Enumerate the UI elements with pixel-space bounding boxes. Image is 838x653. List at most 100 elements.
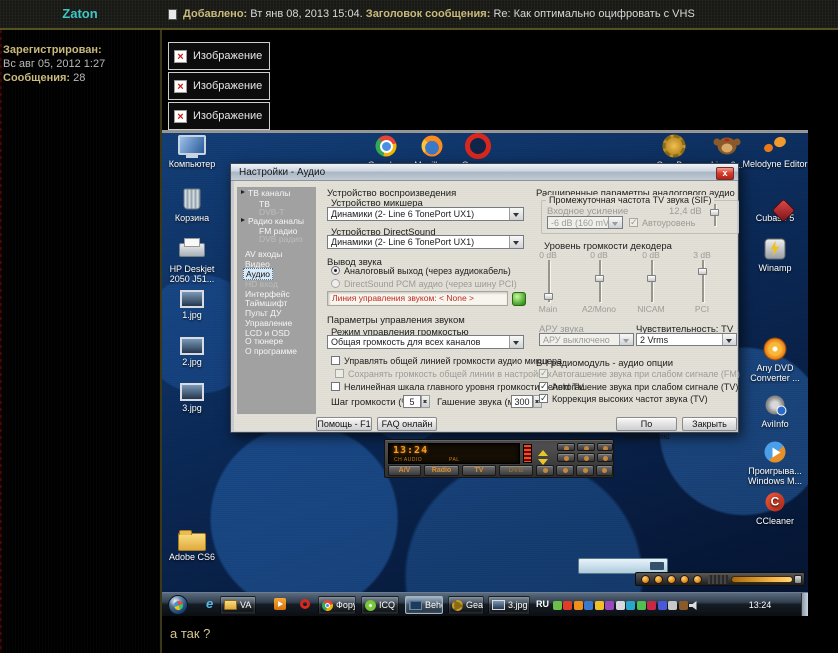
rf-hf-correction-checkbox[interactable]: Коррекция высоких частот звука (TV) <box>539 394 708 404</box>
tv-tool-button[interactable] <box>596 465 613 476</box>
ie-icon[interactable]: e <box>206 597 213 611</box>
nav-item-av-inputs[interactable]: AV входы <box>245 249 282 259</box>
tray-icon[interactable] <box>595 601 604 610</box>
nav-item-radio-channels[interactable]: Радио каналы <box>248 216 304 226</box>
username[interactable]: Zaton <box>0 0 160 28</box>
chevron-down-icon[interactable] <box>722 334 736 345</box>
master-line-checkbox[interactable]: Управлять общей линией громкости аудио м… <box>331 356 562 366</box>
mini-player-button[interactable] <box>667 575 676 584</box>
desktop-icon-1jpg[interactable]: 1.jpg <box>162 290 224 320</box>
tv-settings-button[interactable] <box>576 465 594 476</box>
nav-item-dvb-radio[interactable]: DVB радио <box>259 234 303 244</box>
help-button[interactable]: Помощь - F1 <box>316 417 372 431</box>
checkbox-unchecked-icon[interactable] <box>331 382 340 391</box>
slider-thumb[interactable] <box>698 268 707 275</box>
mixer-device-combo[interactable]: Динамики (2- Line 6 TonePort UX1) <box>327 207 524 221</box>
mini-volume-slider[interactable] <box>731 576 793 583</box>
autolevel-checkbox[interactable]: Автоуровень <box>629 218 695 228</box>
desktop-icon-melodyne[interactable]: Melodyne Editor <box>741 133 808 169</box>
opera-icon[interactable] <box>300 599 310 609</box>
taskbar-button-va[interactable]: VA <box>220 596 256 614</box>
taskbar-button-3jpg[interactable]: 3.jpg ... <box>488 596 530 614</box>
tray-icon[interactable] <box>637 601 646 610</box>
decoder-slider-pci[interactable] <box>702 260 704 302</box>
mini-player-button[interactable] <box>654 575 663 584</box>
slider-thumb[interactable] <box>544 293 553 300</box>
tray-icon[interactable] <box>563 601 572 610</box>
checkbox-checked-icon[interactable] <box>539 394 548 403</box>
rf-automute-fm-checkbox[interactable]: Автогашение звука при слабом сигнале (FM… <box>539 369 740 379</box>
nav-item-tv-channels[interactable]: ТВ каналы <box>248 188 290 198</box>
desktop-icon-recycle-bin[interactable]: Корзина <box>162 187 224 223</box>
gain-slider-thumb[interactable] <box>710 209 719 216</box>
checkbox-checked-icon[interactable] <box>539 382 548 391</box>
desktop-icon-printer[interactable]: HP Deskjet 2050 J51... <box>162 238 224 284</box>
tray-icon[interactable] <box>605 601 614 610</box>
desktop-icon-wmp[interactable]: Проигрыва... Windows M... <box>741 440 808 486</box>
chevron-down-icon[interactable] <box>509 208 523 220</box>
volume-step-input[interactable]: 5 <box>403 395 421 408</box>
tv-tool-button[interactable] <box>536 465 554 476</box>
decoder-slider-a2mono[interactable] <box>599 260 601 302</box>
volume-mode-combo[interactable]: Общая громкость для всех каналов <box>327 335 524 349</box>
mini-player-button[interactable] <box>641 575 650 584</box>
close-button[interactable]: Закрыть <box>682 417 737 431</box>
broken-image-1[interactable]: × Изображение <box>168 42 270 70</box>
sensitivity-combo[interactable]: 2 Vrms <box>636 333 737 346</box>
broken-image-2[interactable]: × Изображение <box>168 72 270 100</box>
tray-icon[interactable] <box>616 601 625 610</box>
tray-icon[interactable] <box>553 601 562 610</box>
faq-button[interactable]: FAQ онлайн <box>377 417 437 431</box>
desktop-icon-3jpg[interactable]: 3.jpg <box>162 383 224 413</box>
nav-item-control[interactable]: Управление <box>245 318 292 328</box>
tv-source-button[interactable]: TV <box>462 465 496 476</box>
language-indicator[interactable]: RU <box>536 599 549 609</box>
nav-item-about-tuner[interactable]: О тюнере <box>245 336 283 346</box>
chevron-down-icon[interactable] <box>509 336 523 348</box>
mute-time-input[interactable]: 300 <box>511 395 533 408</box>
mini-player-button[interactable] <box>680 575 689 584</box>
desktop-icon-aviinfo[interactable]: AviInfo <box>741 393 808 429</box>
pcm-output-radio[interactable]: DirectSound PCM аудио (через шину PCI) <box>331 279 517 289</box>
nav-item-timeshift[interactable]: Таймшифт <box>245 298 287 308</box>
tray-icon[interactable] <box>658 601 667 610</box>
dvb-source-button[interactable]: DVB <box>499 465 533 476</box>
tray-icon[interactable] <box>584 601 593 610</box>
mini-volume-knob[interactable] <box>794 575 802 584</box>
radio-selected-icon[interactable] <box>331 266 340 275</box>
tv-grid-button[interactable] <box>557 443 575 451</box>
tv-grid-button[interactable] <box>577 443 595 451</box>
av-source-button[interactable]: A/V <box>388 465 421 476</box>
taskbar-clock[interactable]: 13:24 <box>738 600 782 610</box>
taskbar-button-behold[interactable]: Beho... <box>405 596 443 614</box>
taskbar-button-gearbox[interactable]: Gear... <box>448 596 484 614</box>
radio-source-button[interactable]: Radio <box>424 465 459 476</box>
tray-icon[interactable] <box>626 601 635 610</box>
show-desktop-button[interactable] <box>801 593 808 616</box>
desktop-icon-winamp[interactable]: Winamp <box>741 237 808 273</box>
slider-thumb[interactable] <box>595 275 604 282</box>
checkbox-unchecked-icon[interactable] <box>331 356 340 365</box>
tv-mute-button[interactable] <box>597 453 613 462</box>
tray-icon[interactable] <box>668 601 677 610</box>
close-icon[interactable]: x <box>716 167 734 180</box>
chevron-down-icon[interactable] <box>509 236 523 248</box>
broken-image-3[interactable]: × Изображение <box>168 102 270 130</box>
decoder-slider-main[interactable] <box>548 260 550 302</box>
gain-slider-track[interactable] <box>714 204 716 226</box>
tv-tool-button[interactable] <box>556 465 574 476</box>
analog-output-radio[interactable]: Аналоговый выход (через аудиокабель) <box>331 266 511 276</box>
rf-automute-tv-checkbox[interactable]: Автогашение звука при слабом сигнале (TV… <box>539 382 738 392</box>
input-gain-combo[interactable]: -6 dB (160 mV) <box>547 216 623 229</box>
tray-icon[interactable] <box>647 601 656 610</box>
save-volume-checkbox[interactable]: Сохранять громкость общей линии в настро… <box>335 369 552 379</box>
decoder-slider-nicam[interactable] <box>651 260 653 302</box>
default-button[interactable]: По умолчанию <box>616 417 677 431</box>
tv-grid-button[interactable] <box>597 443 613 451</box>
desktop-icon-computer[interactable]: Компьютер <box>162 133 224 169</box>
dialog-titlebar[interactable]: Настройки - Аудио <box>231 164 738 181</box>
sound-line-picker-icon[interactable] <box>512 292 526 306</box>
nav-item-hd-input[interactable]: HD вход <box>245 279 278 289</box>
tray-icon[interactable] <box>574 601 583 610</box>
nav-item-remote[interactable]: Пульт ДУ <box>245 308 281 318</box>
